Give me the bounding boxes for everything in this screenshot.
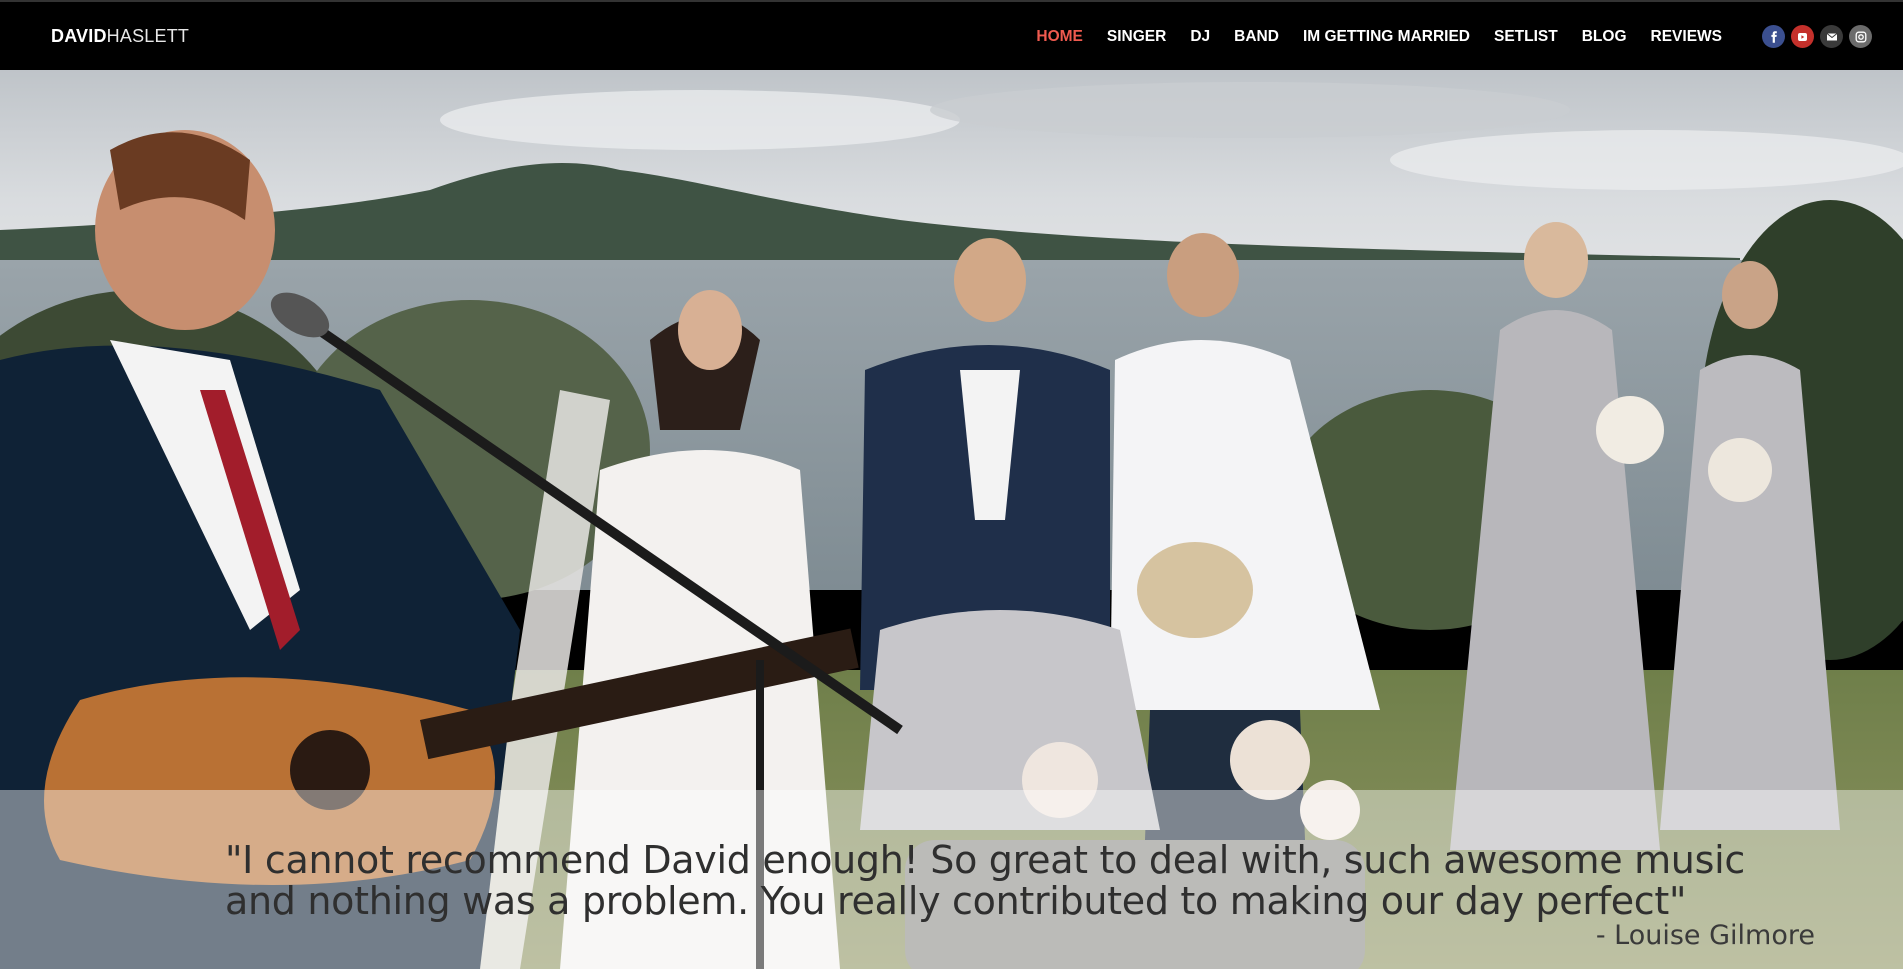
logo-bold-text: DAVID — [51, 26, 107, 46]
youtube-icon[interactable] — [1791, 25, 1814, 48]
testimonial-quote: "I cannot recommend David enough! So gre… — [225, 838, 1745, 923]
facebook-icon[interactable] — [1762, 25, 1785, 48]
page: DAVIDHASLETT HOME SINGER DJ BAND IM GETT… — [0, 0, 1903, 969]
nav-item-band[interactable]: BAND — [1234, 28, 1279, 46]
nav-item-home[interactable]: HOME — [1036, 28, 1083, 46]
testimonial-band: "I cannot recommend David enough! So gre… — [0, 790, 1903, 969]
nav-item-im-getting-married[interactable]: IM GETTING MARRIED — [1303, 28, 1470, 46]
main-menu: HOME SINGER DJ BAND IM GETTING MARRIED S… — [1012, 2, 1722, 72]
nav-item-singer[interactable]: SINGER — [1107, 28, 1166, 46]
site-logo[interactable]: DAVIDHASLETT — [51, 26, 189, 47]
top-navigation-bar: DAVIDHASLETT HOME SINGER DJ BAND IM GETT… — [0, 0, 1903, 70]
email-icon[interactable] — [1820, 25, 1843, 48]
nav-item-reviews[interactable]: REVIEWS — [1651, 28, 1722, 46]
testimonial-author: - Louise Gilmore — [1595, 920, 1815, 951]
nav-item-blog[interactable]: BLOG — [1582, 28, 1627, 46]
instagram-icon[interactable] — [1849, 25, 1872, 48]
logo-light-text: HASLETT — [106, 26, 190, 46]
nav-item-dj[interactable]: DJ — [1190, 28, 1210, 46]
nav-item-setlist[interactable]: SETLIST — [1494, 28, 1558, 46]
social-links — [1756, 25, 1872, 48]
